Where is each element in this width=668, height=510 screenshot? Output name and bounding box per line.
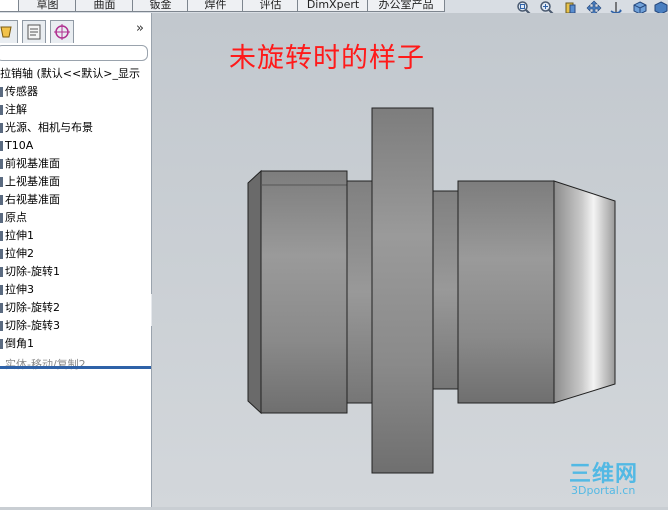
right-neck <box>432 190 459 390</box>
tree-item-material[interactable]: T10A <box>0 137 151 155</box>
tab-surfaces[interactable]: 曲面 <box>75 0 134 12</box>
extrude-icon <box>0 249 3 259</box>
left-neck <box>346 180 373 404</box>
tree-item-extrude1[interactable]: 拉伸1 <box>0 227 151 245</box>
tab-features[interactable] <box>0 0 20 12</box>
graphics-viewport[interactable] <box>152 13 668 507</box>
tab-dimxpert[interactable]: DimXpert <box>297 0 369 12</box>
tree-item-move-copy-suppressed[interactable]: 实体-移动/复制2 <box>0 356 151 374</box>
sensor-icon <box>0 87 3 97</box>
annotation-icon <box>0 105 3 115</box>
material-icon <box>0 141 3 151</box>
property-manager-tab[interactable] <box>22 20 46 43</box>
tree-root-part[interactable]: 拉销轴 (默认<<默认>_显示 <box>0 65 151 83</box>
tree-item-front-plane[interactable]: 前视基准面 <box>0 155 151 173</box>
conical-tip <box>553 180 616 404</box>
tree-item-label: 实体-移动/复制2 <box>5 358 86 371</box>
tree-item-top-plane[interactable]: 上视基准面 <box>0 173 151 191</box>
feature-manager-tab[interactable] <box>0 20 18 43</box>
lights-camera-icon <box>0 123 3 133</box>
tree-item-label: T10A <box>5 139 34 152</box>
tree-item-label: 切除-旋转2 <box>5 301 60 314</box>
tree-item-origin[interactable]: 原点 <box>0 209 151 227</box>
tree-item-extrude2[interactable]: 拉伸2 <box>0 245 151 263</box>
left-chamfer-face <box>247 169 262 415</box>
tab-evaluate[interactable]: 评估 <box>242 0 299 12</box>
tree-item-label: 拉伸1 <box>5 229 34 242</box>
tab-sheet-metal[interactable]: 钣金 <box>132 0 189 12</box>
tree-item-right-plane[interactable]: 右视基准面 <box>0 191 151 209</box>
tree-item-label: 切除-旋转1 <box>5 265 60 278</box>
expand-panel-button[interactable]: » <box>136 21 144 36</box>
tree-item-cut-revolve2[interactable]: 切除-旋转2 <box>0 299 151 317</box>
tree-item-label: 切除-旋转3 <box>5 319 60 332</box>
extrude-icon <box>0 231 3 241</box>
tree-item-cut-revolve3[interactable]: 切除-旋转3 <box>0 317 151 335</box>
tree-item-label: 注解 <box>5 103 27 116</box>
tree-item-label: 拉伸2 <box>5 247 34 260</box>
configuration-manager-tab[interactable] <box>50 20 74 43</box>
tab-weldments[interactable]: 焊件 <box>187 0 244 12</box>
chamfer-icon <box>0 339 3 349</box>
revolve-cut-icon <box>0 267 3 277</box>
site-watermark-url: 3Dportal.cn <box>571 484 636 497</box>
tree-item-annotations[interactable]: 注解 <box>0 101 151 119</box>
annotation-caption: 未旋转时的样子 <box>229 43 425 74</box>
tree-item-extrude3[interactable]: 拉伸3 <box>0 281 151 299</box>
tree-item-label: 上视基准面 <box>5 175 60 188</box>
tree-item-label: 倒角1 <box>5 337 34 350</box>
plane-icon <box>0 177 3 187</box>
revolve-cut-icon <box>0 303 3 313</box>
flange-collar <box>371 107 434 474</box>
right-cylinder-body <box>457 180 555 404</box>
panel-tab-strip: » <box>0 20 151 44</box>
extrude-icon <box>0 285 3 295</box>
plane-icon <box>0 195 3 205</box>
tree-item-lights-cameras[interactable]: 光源、相机与布景 <box>0 119 151 137</box>
rollback-bar[interactable] <box>0 366 151 369</box>
revolve-cut-icon <box>0 321 3 331</box>
tree-item-label: 拉伸3 <box>5 283 34 296</box>
tree-item-label: 原点 <box>5 211 27 224</box>
tree-item-sensors[interactable]: 传感器 <box>0 83 151 101</box>
tree-item-cut-revolve1[interactable]: 切除-旋转1 <box>0 263 151 281</box>
tree-item-label: 前视基准面 <box>5 157 60 170</box>
origin-icon <box>0 213 3 223</box>
feature-tree: 拉销轴 (默认<<默认>_显示 传感器 注解 光源、相机与布景 T10A 前视基… <box>0 65 151 374</box>
tree-root-label: 拉销轴 (默认<<默认>_显示 <box>0 67 140 80</box>
tree-item-label: 传感器 <box>5 85 38 98</box>
tree-item-label: 光源、相机与布景 <box>5 121 93 134</box>
left-cylinder-body <box>260 170 348 414</box>
plane-icon <box>0 159 3 169</box>
tree-item-chamfer1[interactable]: 倒角1 <box>0 335 151 353</box>
feature-filter-input[interactable] <box>0 45 148 61</box>
feature-manager-panel: » 拉销轴 (默认<<默认>_显示 传感器 注解 光源、相机与布景 T10A 前… <box>0 13 152 507</box>
tab-office-products[interactable]: 办公室产品 <box>367 0 445 12</box>
part-model-view <box>247 107 616 474</box>
tree-item-label: 右视基准面 <box>5 193 60 206</box>
tab-sketch[interactable]: 草图 <box>18 0 77 12</box>
